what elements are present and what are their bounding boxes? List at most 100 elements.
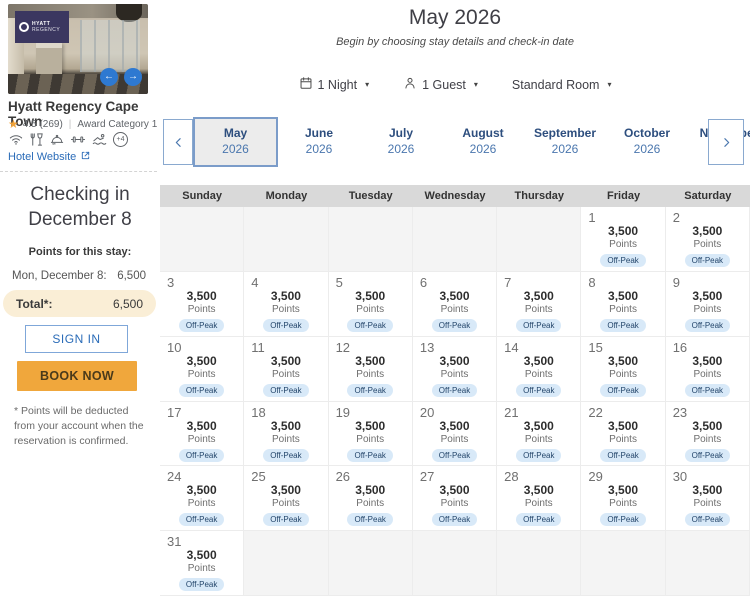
sign-in-button[interactable]: SIGN IN [25,325,128,353]
chevron-down-icon: ▾ [473,80,478,89]
off-peak-badge: Off-Peak [684,254,731,267]
weekday-header: Thursday [514,190,565,202]
photo-next-button[interactable]: → [124,68,142,86]
room-type-value: Standard Room [511,77,600,92]
calendar-day-5[interactable]: 5 3,500 Points Off-Peak [328,271,413,337]
calendar-day-15[interactable]: 15 3,500 Points Off-Peak [581,336,666,402]
next-months-button[interactable] [708,119,744,165]
nights-value: 1 Night [317,77,358,92]
calendar-day-17[interactable]: 17 3,500 Points Off-Peak [160,401,245,467]
weekday-header: Wednesday [424,190,486,202]
calendar-day-22[interactable]: 22 3,500 Points Off-Peak [581,401,666,467]
calendar-day-9[interactable]: 9 3,500 Points Off-Peak [665,271,750,337]
off-peak-badge: Off-Peak [600,254,646,267]
calendar-day-11[interactable]: 11 3,500 Points Off-Peak [244,336,329,402]
calendar-day-28[interactable]: 28 3,500 Points Off-Peak [497,466,582,532]
calendar-empty-cell [412,207,498,272]
calendar-day-24[interactable]: 24 3,500 Points Off-Peak [160,466,245,532]
weekday-header: Sunday [182,190,222,202]
calendar-day-4[interactable]: 4 3,500 Points Off-Peak [244,271,329,337]
calendar-empty-cell [412,531,498,596]
off-peak-badge: Off-Peak [178,318,225,332]
calendar-day-19[interactable]: 19 3,500 Points Off-Peak [328,401,413,467]
calendar-day-27[interactable]: 27 3,500 Points Off-Peak [412,466,498,532]
month-tab-july[interactable]: July 2026 [360,117,442,167]
calendar-day-31[interactable]: 31 3,500 Points Off-Peak [160,531,245,596]
checkin-heading: Checking in December 8 [0,183,160,232]
calendar-day-13[interactable]: 13 3,500 Points Off-Peak [412,336,498,402]
pool-icon [91,132,108,147]
off-peak-badge: Off-Peak [263,318,309,332]
off-peak-badge: Off-Peak [431,513,478,527]
off-peak-badge: Off-Peak [178,578,225,592]
calendar-day-3[interactable]: 3 3,500 Points Off-Peak [160,271,245,337]
calendar-day-8[interactable]: 8 3,500 Points Off-Peak [581,271,666,337]
off-peak-badge: Off-Peak [263,513,309,527]
checkin-heading-line1: Checking in [30,184,130,205]
month-tab-october[interactable]: October 2026 [606,117,688,167]
booking-page: HYATT REGENCY ← → Hyatt Regency Cape Tow… [0,0,750,596]
month-tab-june[interactable]: June 2026 [278,117,360,167]
month-carousel: May 2026 June 2026 July 2026 August 2026 Septemb… [160,117,750,167]
calendar-grid: 1 3,500 Points Off-Peak 2 3,500 Points Off-Peak… [160,207,750,596]
photo-glass-partition [80,20,140,72]
off-peak-badge: Off-Peak [263,448,309,462]
room-service-icon [49,132,65,147]
month-tab-september[interactable]: September 2026 [524,117,606,167]
calendar-day-1[interactable]: 1 3,500 Points Off-Peak [581,207,666,272]
page-subtitle: Begin by choosing stay details and check… [336,36,574,48]
calendar-empty-cell [160,207,245,272]
calendar-panel: May 2026 Begin by choosing stay details … [160,0,750,596]
off-peak-badge: Off-Peak [600,383,646,397]
rating-value: 4.5 (269) [22,118,63,130]
photo-desk [36,42,62,76]
off-peak-badge: Off-Peak [347,513,393,527]
calendar-day-18[interactable]: 18 3,500 Points Off-Peak [244,401,329,467]
calendar-day-7[interactable]: 7 3,500 Points Off-Peak [497,271,582,337]
calendar-day-20[interactable]: 20 3,500 Points Off-Peak [412,401,498,467]
month-calendar: Sunday Monday Tuesday Wednesday Thursday Frid… [160,185,750,596]
off-peak-badge: Off-Peak [347,318,393,332]
month-tab-august[interactable]: August 2026 [442,117,524,167]
hotel-website-link[interactable]: Hotel Website [8,150,91,164]
calendar-empty-cell [497,207,582,272]
calendar-empty-cell [581,531,666,596]
weekday-header-row: Sunday Monday Tuesday Wednesday Thursday Frid… [160,185,750,207]
guests-value: 1 Guest [422,77,466,92]
points-disclaimer: * Points will be deducted from your acco… [14,405,144,448]
calendar-day-21[interactable]: 21 3,500 Points Off-Peak [497,401,582,467]
more-amenities-button[interactable]: +4 [113,132,128,147]
calendar-day-16[interactable]: 16 3,500 Points Off-Peak [665,336,750,402]
stay-controls: 1 Night ▾ 1 Guest ▾ Standard Room ▾ [160,76,750,93]
month-tab-may[interactable]: May 2026 [193,117,278,167]
off-peak-badge: Off-Peak [600,318,646,332]
calendar-day-25[interactable]: 25 3,500 Points Off-Peak [244,466,329,532]
weekday-header: Tuesday [348,190,393,202]
weekday-header: Monday [265,190,308,202]
hyatt-logo-icon [19,22,29,32]
book-now-button[interactable]: BOOK NOW [17,361,137,391]
calendar-day-29[interactable]: 29 3,500 Points Off-Peak [581,466,666,532]
calendar-day-2[interactable]: 2 3,500 Points Off-Peak [665,207,750,272]
hotel-photo: HYATT REGENCY ← → [8,4,148,94]
nights-dropdown[interactable]: 1 Night ▾ [299,76,370,93]
total-points-pill: Total*: 6,500 [3,290,156,317]
chevron-down-icon: ▾ [365,80,370,89]
off-peak-badge: Off-Peak [263,383,309,397]
calendar-day-30[interactable]: 30 3,500 Points Off-Peak [665,466,750,532]
photo-prev-button[interactable]: ← [100,68,118,86]
weekday-header: Friday [607,190,641,202]
off-peak-badge: Off-Peak [516,513,562,527]
calendar-day-23[interactable]: 23 3,500 Points Off-Peak [665,401,750,467]
total-label: Total*: [16,296,53,311]
calendar-day-10[interactable]: 10 3,500 Points Off-Peak [160,336,245,402]
off-peak-badge: Off-Peak [431,448,478,462]
calendar-day-12[interactable]: 12 3,500 Points Off-Peak [328,336,413,402]
calendar-day-14[interactable]: 14 3,500 Points Off-Peak [497,336,582,402]
previous-months-button[interactable] [163,119,193,165]
stay-points-row: Mon, December 8: 6,500 [12,270,146,282]
calendar-day-26[interactable]: 26 3,500 Points Off-Peak [328,466,413,532]
room-type-dropdown[interactable]: Standard Room ▾ [512,78,612,92]
guests-dropdown[interactable]: 1 Guest ▾ [403,76,478,93]
calendar-day-6[interactable]: 6 3,500 Points Off-Peak [412,271,498,337]
